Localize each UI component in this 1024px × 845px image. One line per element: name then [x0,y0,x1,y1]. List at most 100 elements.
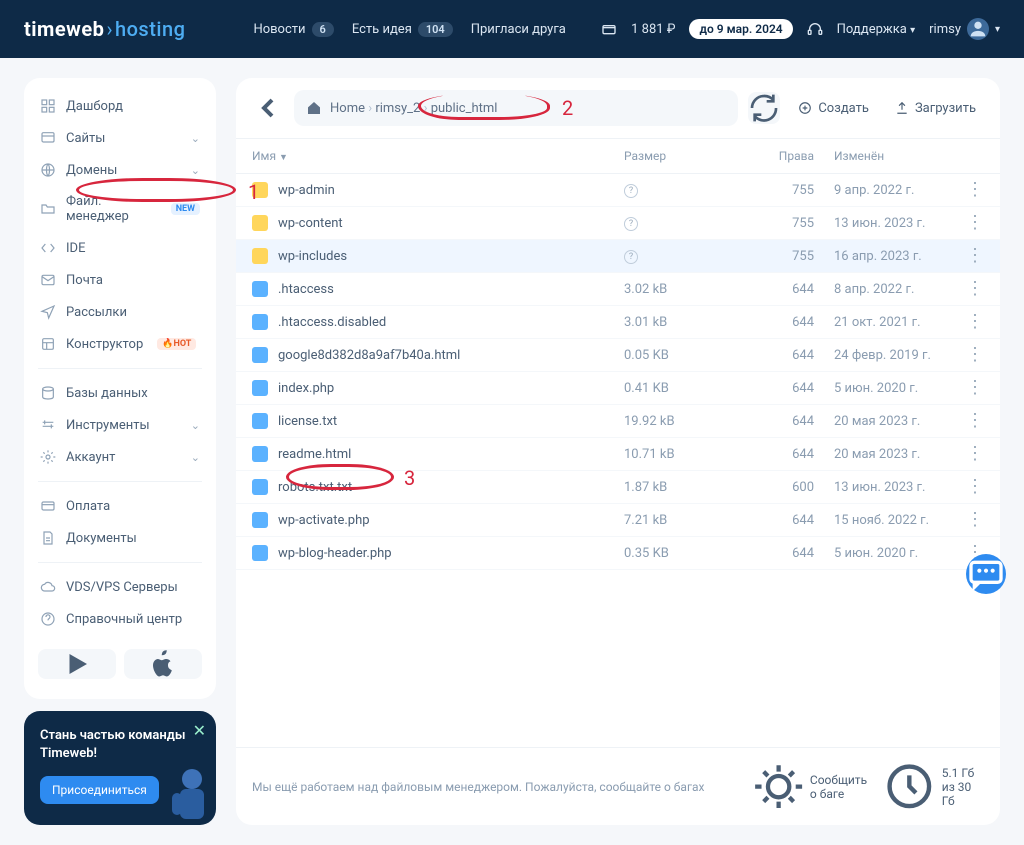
row-menu-button[interactable]: ⋮ [954,218,984,228]
headset-icon [807,21,823,37]
table-row[interactable]: .htaccess.disabled 3.01 kB 644 21 окт. 2… [236,306,1000,339]
logo[interactable]: timeweb › hosting [24,17,185,41]
sidebar-item-label: Конструктор [66,337,143,352]
header-nav-item[interactable]: Пригласи друга [471,22,566,37]
col-name[interactable]: Имя ▼ [252,149,624,163]
chevron-right-icon: › [365,101,375,116]
file-icon [252,281,268,297]
nav-group-2: Базы данныхИнструменты⌄Аккаунт⌄ [24,377,216,473]
play-button[interactable] [38,649,116,679]
table-row[interactable]: license.txt 19.92 kB 644 20 мая 2023 г. … [236,405,1000,438]
cloud-icon [40,579,56,595]
size-unknown-icon: ? [624,184,638,198]
file-name: readme.html [278,447,351,462]
sidebar-item-send[interactable]: Рассылки [24,296,216,328]
file-name: wp-blog-header.php [278,546,392,561]
refresh-button[interactable] [748,92,780,124]
sidebar-item-gear[interactable]: Аккаунт⌄ [24,441,216,473]
file-size: 7.21 kB [624,513,724,528]
file-name: wp-content [278,216,343,231]
support-link[interactable]: Поддержка ▾ [837,22,915,37]
promo-join-button[interactable]: Присоединиться [40,776,159,804]
home-icon[interactable] [306,100,322,116]
sidebar-item-card[interactable]: Оплата [24,490,216,522]
close-icon[interactable]: ✕ [193,721,206,740]
header-nav: Новости6 Есть идея104 Пригласи друга [253,22,565,37]
breadcrumb-segment[interactable]: rimsy_2 [375,101,420,116]
header-nav-item[interactable]: Есть идея104 [352,22,453,37]
file-date: 20 мая 2023 г. [814,447,954,462]
sidebar-item-mail[interactable]: Почта [24,264,216,296]
sidebar-item-db[interactable]: Базы данных [24,377,216,409]
sidebar-item-cloud[interactable]: VDS/VPS Серверы [24,571,216,603]
file-perm: 600 [724,480,814,495]
sidebar-item-builder[interactable]: Конструктор🔥HOT [24,328,216,360]
nav-group-4: VDS/VPS СерверыСправочный центр [24,571,216,635]
row-menu-button[interactable]: ⋮ [954,284,984,294]
report-bug-link[interactable]: Сообщить о баге [753,761,867,812]
table-row[interactable]: wp-blog-header.php 0.35 KB 644 5 июн. 20… [236,537,1000,570]
file-size: 1.87 kB [624,480,724,495]
row-menu-button[interactable]: ⋮ [954,449,984,459]
nav-group-3: ОплатаДокументы [24,490,216,554]
file-manager: Home › rimsy_2 › public_html Создать Заг… [236,78,1000,825]
file-date: 5 июн. 2020 г. [814,381,954,396]
chevron-right-icon: › [420,101,430,116]
sidebar-item-code[interactable]: IDE [24,232,216,264]
avatar-icon [967,18,989,40]
table-row[interactable]: wp-content ? 755 13 июн. 2023 г. ⋮ [236,207,1000,240]
table-row[interactable]: robots.txt.txt 1.87 kB 600 13 июн. 2023 … [236,471,1000,504]
row-menu-button[interactable]: ⋮ [954,383,984,393]
upload-button[interactable]: Загрузить [887,95,984,122]
gear-icon [40,449,56,465]
file-size: 10.71 kB [624,447,724,462]
row-menu-button[interactable]: ⋮ [954,251,984,261]
table-row[interactable]: google8d382d8a9af7b40a.html 0.05 KB 644 … [236,339,1000,372]
file-date: 13 июн. 2023 г. [814,216,954,231]
table-row[interactable]: wp-admin ? 755 9 апр. 2022 г. ⋮ [236,174,1000,207]
user-menu[interactable]: rimsy ▾ [929,18,1000,40]
promo-card: ✕ Стань частью команды Timeweb! Присоеди… [24,711,216,825]
row-menu-button[interactable]: ⋮ [954,482,984,492]
sidebar-item-sites[interactable]: Сайты⌄ [24,122,216,154]
table-row[interactable]: .htaccess 3.02 kB 644 8 апр. 2022 г. ⋮ [236,273,1000,306]
row-menu-button[interactable]: ⋮ [954,317,984,327]
file-perm: 644 [724,546,814,561]
file-name: wp-admin [278,183,335,198]
sidebar-item-doc[interactable]: Документы [24,522,216,554]
doc-icon [40,530,56,546]
file-icon [252,512,268,528]
sidebar-item-dashboard[interactable]: Дашборд [24,90,216,122]
col-date[interactable]: Изменён [814,149,954,163]
table-row[interactable]: wp-includes ? 755 16 апр. 2023 г. ⋮ [236,240,1000,273]
table-row[interactable]: wp-activate.php 7.21 kB 644 15 нояб. 202… [236,504,1000,537]
sidebar-item-help[interactable]: Справочный центр [24,603,216,635]
wallet-icon [601,21,617,37]
chat-fab[interactable] [966,554,1006,594]
breadcrumb-segment[interactable]: Home [330,101,365,116]
table-row[interactable]: index.php 0.41 KB 644 5 июн. 2020 г. ⋮ [236,372,1000,405]
dashboard-icon [40,98,56,114]
balance-until-badge: до 9 мар. 2024 [689,19,792,39]
file-date: 15 нояб. 2022 г. [814,513,954,528]
back-button[interactable] [252,92,284,124]
file-icon [252,347,268,363]
chevron-down-icon: ▾ [995,24,1000,35]
file-size: 0.35 KB [624,546,724,561]
row-menu-button[interactable]: ⋮ [954,185,984,195]
row-menu-button[interactable]: ⋮ [954,416,984,426]
file-name: google8d382d8a9af7b40a.html [278,348,460,363]
file-perm: 644 [724,282,814,297]
sidebar-item-tools[interactable]: Инструменты⌄ [24,409,216,441]
row-menu-button[interactable]: ⋮ [954,515,984,525]
sidebar-item-folder[interactable]: Файл. менеджерNEW [24,186,216,232]
header-nav-item[interactable]: Новости6 [253,22,333,37]
create-button[interactable]: Создать [790,95,877,122]
col-size[interactable]: Размер [624,149,724,163]
table-row[interactable]: readme.html 10.71 kB 644 20 мая 2023 г. … [236,438,1000,471]
breadcrumb-segment[interactable]: public_html [431,101,498,116]
col-perm[interactable]: Права [724,149,814,163]
row-menu-button[interactable]: ⋮ [954,350,984,360]
sidebar-item-globe[interactable]: Домены⌄ [24,154,216,186]
apple-button[interactable] [124,649,202,679]
